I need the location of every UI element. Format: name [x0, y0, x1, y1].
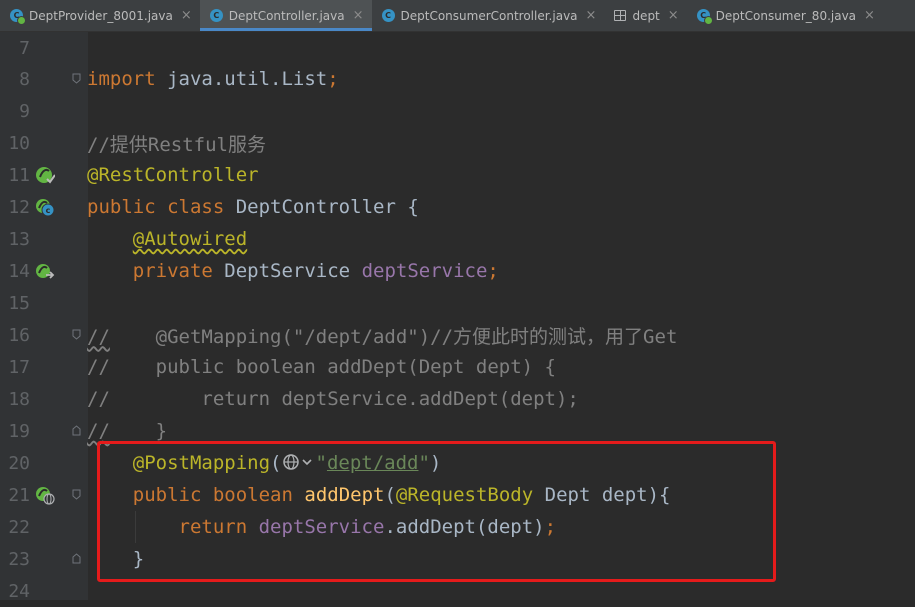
- code-line: 11 @RestController: [0, 159, 915, 191]
- code-comment: // }: [87, 420, 168, 442]
- editor-tab-bar: C DeptProvider_8001.java × C DeptControl…: [0, 0, 915, 32]
- fold-icon[interactable]: [72, 73, 81, 84]
- line-number: 12: [8, 196, 30, 218]
- code-text: @Autowired: [132, 228, 248, 250]
- line-number: 15: [8, 292, 30, 314]
- highlight-box: [97, 441, 776, 582]
- tab-label: DeptProvider_8001.java: [29, 8, 173, 23]
- tab-deptcontroller[interactable]: C DeptController.java ×: [199, 0, 372, 31]
- fold-icon[interactable]: [72, 329, 81, 340]
- code-line: 17 // public boolean addDept(Dept dept) …: [0, 351, 915, 383]
- tab-label: DeptController.java: [228, 8, 345, 23]
- spring-endpoint-icon[interactable]: [35, 485, 55, 505]
- spring-autowire-icon[interactable]: [35, 261, 55, 281]
- close-icon[interactable]: ×: [353, 8, 364, 23]
- code-text: public class DeptController {: [87, 196, 419, 218]
- spring-boot-icon: C: [696, 9, 713, 25]
- line-number: 16: [8, 324, 30, 346]
- tab-label: DeptConsumer_80.java: [715, 8, 857, 23]
- java-class-icon: C: [381, 9, 395, 22]
- line-number: 13: [8, 228, 30, 250]
- db-table-icon: [614, 10, 627, 21]
- tab-deptconsumer-80[interactable]: C DeptConsumer_80.java ×: [687, 0, 883, 31]
- code-comment: //提供Restful服务: [87, 133, 266, 156]
- fold-end-icon[interactable]: [72, 425, 81, 436]
- line-number: 10: [8, 132, 30, 154]
- line-number: 17: [8, 356, 30, 378]
- line-number: 23: [8, 548, 30, 570]
- code-text: private DeptService deptService;: [132, 260, 499, 282]
- line-number: 22: [8, 516, 30, 538]
- line-number: 21: [8, 484, 30, 506]
- code-comment: // return deptService.addDept(dept);: [87, 388, 579, 410]
- code-text: import java.util.List;: [87, 68, 339, 90]
- java-class-icon: C: [209, 9, 223, 22]
- code-line: 13 @Autowired: [0, 223, 915, 255]
- code-line: 15: [0, 287, 915, 319]
- code-line: 8 import java.util.List;: [0, 63, 915, 95]
- line-number: 14: [8, 260, 30, 282]
- line-number: 8: [19, 68, 30, 90]
- tab-deptconsumercontroller[interactable]: C DeptConsumerController.java ×: [372, 0, 605, 31]
- code-line: 12 c public class DeptController {: [0, 191, 915, 223]
- svg-text:c: c: [46, 206, 51, 215]
- line-number: 7: [19, 37, 30, 59]
- code-line: 10 //提供Restful服务: [0, 127, 915, 159]
- line-number: 18: [8, 388, 30, 410]
- line-number: 19: [8, 420, 30, 442]
- code-comment: // public boolean addDept(Dept dept) {: [87, 356, 556, 378]
- spring-boot-icon: C: [10, 9, 26, 25]
- fold-end-icon[interactable]: [72, 553, 81, 564]
- fold-icon[interactable]: [72, 489, 81, 500]
- code-comment: // @GetMapping("/dept/add")//方便此时的测试，用了G…: [87, 325, 678, 348]
- code-line: 14 private DeptService deptService;: [0, 255, 915, 287]
- spring-bean-class-icon[interactable]: c: [35, 197, 55, 217]
- close-icon[interactable]: ×: [586, 8, 597, 23]
- close-icon[interactable]: ×: [864, 8, 875, 23]
- code-line: 7: [0, 32, 915, 64]
- line-number: 11: [8, 164, 30, 186]
- close-icon[interactable]: ×: [668, 8, 679, 23]
- line-number: 24: [8, 580, 30, 602]
- tab-dept[interactable]: dept ×: [604, 0, 686, 31]
- tab-deptprovider-8001[interactable]: C DeptProvider_8001.java ×: [0, 0, 200, 31]
- tab-label: DeptConsumerController.java: [400, 8, 578, 23]
- code-line: 16 // @GetMapping("/dept/add")//方便此时的测试，…: [0, 319, 915, 351]
- code-line: 9: [0, 95, 915, 127]
- code-annotation: @RestController: [87, 164, 259, 186]
- tab-label: dept: [632, 8, 660, 23]
- line-number: 20: [8, 452, 30, 474]
- code-line: 18 // return deptService.addDept(dept);: [0, 383, 915, 415]
- close-icon[interactable]: ×: [181, 8, 192, 23]
- spring-bean-check-icon[interactable]: [35, 165, 55, 185]
- line-number: 9: [19, 100, 30, 122]
